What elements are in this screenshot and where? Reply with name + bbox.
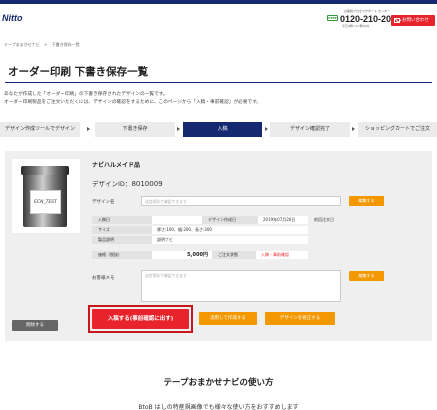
breadcrumb-current: 下書き保存一覧 [51, 42, 80, 47]
business-hours: 平日9時〜17時30分 [342, 24, 370, 28]
design-name-label: デザイン名 [92, 200, 115, 205]
size-key: サイズ [92, 226, 152, 234]
title-divider [5, 82, 432, 83]
design-id-label: デザインID： [92, 180, 132, 188]
breadcrumb-home[interactable]: テープおまかせナビ [4, 42, 40, 47]
copy-create-button[interactable]: 流用して作成する [199, 312, 257, 325]
edit-design-button[interactable]: デザインを修正する [265, 312, 335, 325]
order-steps: デザイン作成ツールでデザイン 下書き保存 入稿 デザイン確認完了 ショッピングカ… [0, 122, 437, 137]
page-title: オーダー印刷 下書き保存一覧 [8, 66, 149, 78]
step-design: デザイン作成ツールでデザイン [0, 122, 80, 137]
product-can-lid [21, 166, 69, 175]
product-can-label: ECN_TEST [30, 190, 61, 214]
mail-icon [394, 18, 400, 23]
design-id-value: 8010009 [131, 180, 163, 188]
intro-text: あなたが作成した「オーダー印刷」の下書き保存されたデザインの一覧です。 オーダー… [4, 91, 429, 107]
product-description-value: 説明ナビ [152, 236, 308, 244]
design-id: デザインID：8010009 [92, 178, 163, 188]
memo-save-button[interactable]: 編集する [349, 271, 384, 281]
delete-button[interactable]: 削除する [12, 320, 58, 331]
price-key: 価格（税抜） [92, 251, 152, 259]
created-date-key: デザイン作成日 [202, 216, 258, 224]
site-header: Nitto お客様プロセスサポート センター FREE 0120-210-207… [0, 4, 437, 28]
customer-memo-label: お客様メモ [92, 276, 115, 281]
previous-order-label: 前回注文日 [308, 216, 342, 224]
design-name-save-button[interactable]: 編集する [349, 196, 384, 206]
order-status-key: ご注文状態 [212, 251, 256, 259]
free-dial-icon: FREE [327, 15, 338, 21]
customer-memo-textarea[interactable]: 送信保存で確認できます [141, 270, 341, 302]
submit-date-value [152, 216, 202, 224]
size-value: 厚さ:100、幅:200、長さ:300 [152, 226, 308, 234]
step-arrow-icon [352, 127, 355, 131]
step-submit: 入稿 [183, 122, 262, 137]
design-name-input[interactable]: 送信保存で確認できます [141, 196, 341, 206]
how-to-use-title: テープおまかせナビの使い方 [163, 378, 274, 388]
created-date-value: 2019年07月26日 [258, 216, 308, 224]
intro-line-1: あなたが作成した「オーダー印刷」の下書き保存されたデザインの一覧です。 [4, 92, 168, 97]
step-arrow-icon [87, 127, 90, 131]
order-status-value: 入稿・事前確認 [256, 251, 308, 259]
submit-date-key: 入稿日 [92, 216, 152, 224]
submit-precheck-button[interactable]: 入稿する(事前確認に出す) [92, 309, 189, 329]
item-name: ナビハルメイド品 [92, 162, 141, 169]
phone-number[interactable]: 0120-210-207 [340, 14, 396, 24]
product-description-key: 製品説明 [92, 236, 152, 244]
intro-line-2: オーダー印刷製品をご注文いただくには、デザインの確認をするために、このページから… [4, 100, 262, 105]
breadcrumb-separator: > [44, 42, 48, 47]
support-center-label: お客様プロセスサポート センター [344, 9, 390, 13]
breadcrumb: テープおまかせナビ > 下書き保存一覧 [4, 42, 83, 48]
step-arrow-icon [177, 127, 180, 131]
step-cart-order: ショッピングカートでご注文 [358, 122, 437, 137]
step-arrow-icon [265, 127, 268, 131]
step-draft-save: 下書き保存 [95, 122, 175, 137]
contact-button[interactable]: お問い合わせ [391, 15, 435, 26]
contact-button-label: お問い合わせ [402, 18, 429, 23]
site-logo[interactable]: Nitto [2, 13, 23, 23]
price-value: 5,000円 [152, 251, 212, 259]
step-design-confirmed: デザイン確認完了 [270, 122, 350, 137]
how-to-use-text: BtoB はしの特産規画像でも様々な使い方をおすすめします [138, 404, 299, 410]
